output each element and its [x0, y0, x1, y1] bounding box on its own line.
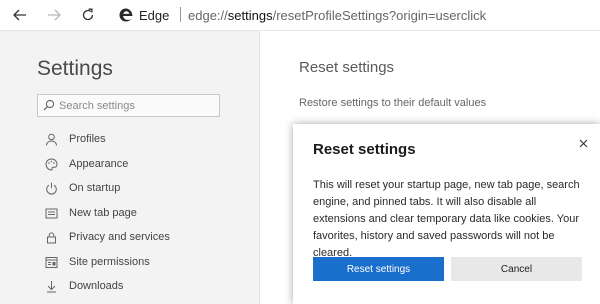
refresh-icon — [82, 8, 94, 21]
back-button[interactable] — [8, 4, 32, 26]
reset-settings-button[interactable]: Reset settings — [313, 257, 444, 281]
url-path: /resetProfileSettings?origin=userclick — [272, 8, 487, 23]
url-text[interactable]: edge://settings/resetProfileSettings?ori… — [188, 8, 486, 23]
restore-defaults-row[interactable]: Restore settings to their default values — [299, 97, 486, 109]
sidebar-item-on-startup[interactable]: On startup — [44, 178, 244, 198]
sidebar-item-downloads[interactable]: Downloads — [44, 276, 244, 296]
dialog-message: This will reset your startup page, new t… — [313, 179, 580, 259]
refresh-button[interactable] — [76, 4, 100, 26]
arrow-left-icon — [13, 9, 26, 21]
address-divider — [180, 7, 181, 22]
sidebar-item-site-permissions[interactable]: Site permissions — [44, 252, 244, 272]
sidebar-item-label: New tab page — [69, 207, 137, 219]
page-title: Reset settings — [299, 59, 395, 76]
site-name: Edge — [139, 8, 170, 23]
sidebar-item-label: Privacy and services — [69, 231, 170, 243]
sidebar-item-label: Appearance — [69, 158, 129, 170]
url-prefix: edge:// — [188, 8, 228, 23]
close-button[interactable] — [575, 135, 591, 151]
settings-sidebar: Settings Profiles Appearance — [0, 31, 260, 304]
sidebar-item-label: Profiles — [69, 133, 106, 145]
palette-icon — [44, 157, 58, 171]
lock-icon — [44, 230, 58, 244]
close-icon — [579, 139, 587, 147]
sidebar-item-label: Site permissions — [69, 256, 150, 268]
forward-button[interactable] — [42, 4, 66, 26]
sidebar-item-appearance[interactable]: Appearance — [44, 154, 244, 174]
sidebar-item-label: On startup — [69, 182, 121, 194]
person-icon — [44, 132, 58, 146]
sidebar-item-profiles[interactable]: Profiles — [44, 129, 244, 149]
tab-page-icon — [44, 206, 58, 220]
search-input[interactable] — [59, 97, 217, 114]
site-permissions-icon — [44, 255, 58, 269]
dialog-title: Reset settings — [313, 141, 416, 158]
download-icon — [44, 279, 58, 293]
edge-logo-icon — [119, 8, 133, 22]
power-icon — [44, 181, 58, 195]
sidebar-item-new-tab-page[interactable]: New tab page — [44, 203, 244, 223]
sidebar-item-privacy[interactable]: Privacy and services — [44, 227, 244, 247]
search-box[interactable] — [37, 94, 220, 117]
cancel-button[interactable]: Cancel — [451, 257, 582, 281]
reset-settings-dialog: Reset settings This will reset your star… — [293, 124, 600, 304]
address-bar[interactable]: Edge edge://settings/resetProfileSetting… — [108, 3, 600, 27]
sidebar-item-label: Downloads — [69, 280, 124, 292]
url-host: settings — [227, 8, 273, 23]
arrow-right-icon — [48, 9, 61, 21]
browser-toolbar: Edge edge://settings/resetProfileSetting… — [0, 0, 600, 31]
sidebar-title: Settings — [37, 57, 113, 80]
search-icon — [43, 99, 55, 111]
